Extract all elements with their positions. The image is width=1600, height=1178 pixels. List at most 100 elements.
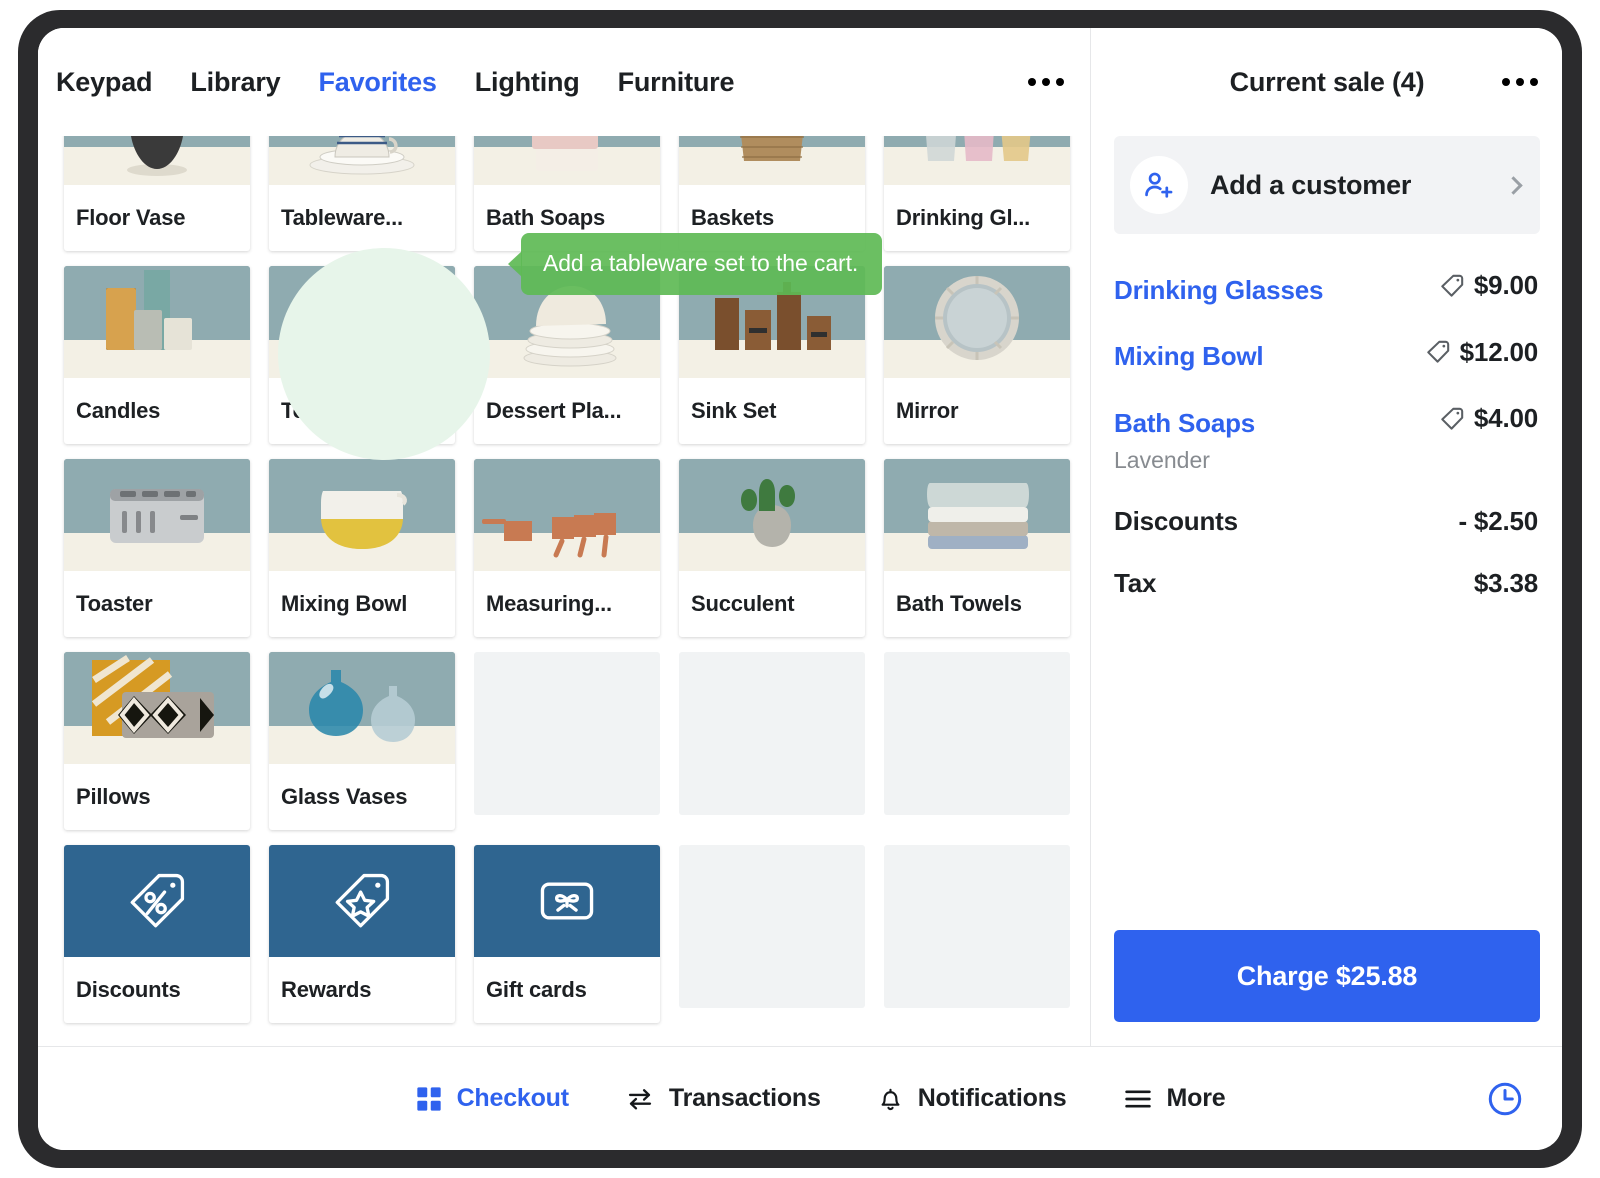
tab-furniture[interactable]: Furniture <box>618 61 735 104</box>
action-tile-discounts[interactable]: Discounts <box>64 845 250 1023</box>
line-item-right: $4.00 <box>1439 403 1538 434</box>
tablet-device-frame: Keypad Library Favorites Lighting Furnit… <box>18 10 1582 1168</box>
product-tile-tableware[interactable]: Tableware... <box>269 136 455 251</box>
product-tile-drinking-gl[interactable]: Drinking Gl... <box>884 136 1070 251</box>
tab-keypad[interactable]: Keypad <box>56 61 153 104</box>
sale-title: Current sale (4) <box>1229 66 1425 97</box>
reward-tag-icon-svg <box>335 873 390 928</box>
tab-library[interactable]: Library <box>190 61 280 104</box>
grid-icon-svg <box>416 1086 441 1111</box>
product-thumbnail <box>64 459 250 571</box>
empty-tile[interactable] <box>679 652 865 815</box>
sale-header: Current sale (4) <box>1092 28 1562 136</box>
catalog-overflow-menu-icon[interactable] <box>1022 68 1070 96</box>
clock-icon[interactable] <box>1486 1080 1524 1118</box>
tab-favorites[interactable]: Favorites <box>318 61 436 104</box>
line-item-right: $9.00 <box>1439 270 1538 301</box>
grid-icon <box>415 1085 443 1113</box>
hamburger-icon <box>1123 1087 1153 1111</box>
coach-tooltip: Add a tableware set to the cart. <box>508 233 883 295</box>
tile-label: Glass Vases <box>281 784 408 809</box>
reward-tag-icon <box>269 845 455 957</box>
gift-card-icon-svg <box>540 882 594 920</box>
product-tile-floor-vase[interactable]: Floor Vase <box>64 136 250 251</box>
price-tag-icon-svg <box>1441 407 1464 430</box>
tile-label: Discounts <box>76 977 181 1002</box>
sale-total-row: Discounts - $2.50 <box>1114 506 1538 537</box>
empty-tile[interactable] <box>884 845 1070 1008</box>
product-thumbnail <box>64 136 250 185</box>
sale-line-item[interactable]: Bath Soaps $4.00 <box>1114 403 1538 439</box>
charge-area: Charge $25.88 <box>1092 930 1562 1046</box>
tile-label: Floor Vase <box>76 205 186 230</box>
product-thumbnail <box>269 266 455 378</box>
sale-line-item[interactable]: Mixing Bowl $12.00 <box>1114 337 1538 373</box>
tile-label: Teapot <box>281 398 351 423</box>
total-label: Discounts <box>1114 505 1238 536</box>
tile-label: Toaster <box>76 591 153 616</box>
category-tabbar: Keypad Library Favorites Lighting Furnit… <box>38 28 1090 136</box>
product-tile-measuring[interactable]: Measuring... <box>474 459 660 637</box>
empty-tile[interactable] <box>679 845 865 1008</box>
action-tile-rewards[interactable]: Rewards <box>269 845 455 1023</box>
tile-label: Bath Towels <box>896 591 1022 616</box>
empty-tile[interactable] <box>474 652 660 815</box>
nav-item-notifications[interactable]: Notifications <box>877 1084 1067 1113</box>
price-tag-icon <box>1425 339 1451 365</box>
price-tag-icon <box>1439 273 1465 299</box>
product-tile-glass-vases[interactable]: Glass Vases <box>269 652 455 830</box>
tab-lighting[interactable]: Lighting <box>475 61 580 104</box>
price-tag-icon-svg <box>1441 274 1464 297</box>
product-thumbnail <box>884 266 1070 378</box>
tile-label: Drinking Gl... <box>896 205 1031 230</box>
nav-item-more[interactable]: More <box>1123 1084 1226 1113</box>
nav-item-checkout[interactable]: Checkout <box>415 1084 569 1113</box>
action-tile-gift-cards[interactable]: Gift cards <box>474 845 660 1023</box>
chevron-right-icon <box>1504 175 1523 195</box>
transfer-arrows-icon <box>625 1085 655 1113</box>
nav-label-checkout: Checkout <box>456 1084 570 1112</box>
add-customer-button[interactable]: Add a customer <box>1114 136 1540 234</box>
transfer-arrows-icon-svg <box>628 1088 651 1109</box>
product-thumbnail <box>679 459 865 571</box>
product-tile-mixing-bowl[interactable]: Mixing Bowl <box>269 459 455 637</box>
product-tile-candles[interactable]: Candles <box>64 266 250 444</box>
product-thumbnail <box>269 652 455 764</box>
line-item-name[interactable]: Bath Soaps <box>1114 408 1255 439</box>
line-item-variant: Lavender <box>1114 446 1210 473</box>
tile-label: Succulent <box>691 591 795 616</box>
price-tag-icon-svg <box>1426 340 1449 363</box>
tooltip-text: Add a tableware set to the cart. <box>521 233 883 295</box>
line-item-name[interactable]: Mixing Bowl <box>1114 341 1264 372</box>
line-item-price: $4.00 <box>1473 403 1538 433</box>
empty-tile[interactable] <box>884 652 1070 815</box>
bell-icon <box>877 1084 904 1113</box>
product-tile-succulent[interactable]: Succulent <box>679 459 865 637</box>
product-tile-pillows[interactable]: Pillows <box>64 652 250 830</box>
line-item-right: $12.00 <box>1425 337 1538 368</box>
charge-button[interactable]: Charge $25.88 <box>1114 930 1540 1022</box>
product-thumbnail <box>269 459 455 571</box>
product-tile-mirror[interactable]: Mirror <box>884 266 1070 444</box>
product-tile-teapot[interactable]: Teapot <box>269 266 455 444</box>
line-item-price: $12.00 <box>1459 336 1539 367</box>
product-thumbnail <box>884 136 1070 185</box>
tile-label: Tableware... <box>281 205 403 230</box>
product-thumbnail <box>884 459 1070 571</box>
product-tile-toaster[interactable]: Toaster <box>64 459 250 637</box>
tile-label: Mixing Bowl <box>281 591 408 616</box>
tile-label: Dessert Pla... <box>486 398 622 423</box>
sale-overflow-menu-icon[interactable] <box>1496 68 1544 96</box>
nav-label-transactions: Transactions <box>668 1084 821 1112</box>
line-item-name[interactable]: Drinking Glasses <box>1114 275 1323 306</box>
tile-label: Sink Set <box>691 398 777 423</box>
add-customer-label: Add a customer <box>1210 169 1412 200</box>
product-tile-bath-towels[interactable]: Bath Towels <box>884 459 1070 637</box>
bottom-nav-items: Checkout Transactions Notifications More <box>375 1084 1226 1113</box>
product-thumbnail <box>474 136 660 185</box>
tile-label: Gift cards <box>486 977 587 1002</box>
nav-item-transactions[interactable]: Transactions <box>625 1084 821 1113</box>
tile-label: Candles <box>76 398 161 423</box>
tile-label: Pillows <box>76 784 151 809</box>
sale-line-item[interactable]: Drinking Glasses $9.00 <box>1114 270 1538 306</box>
